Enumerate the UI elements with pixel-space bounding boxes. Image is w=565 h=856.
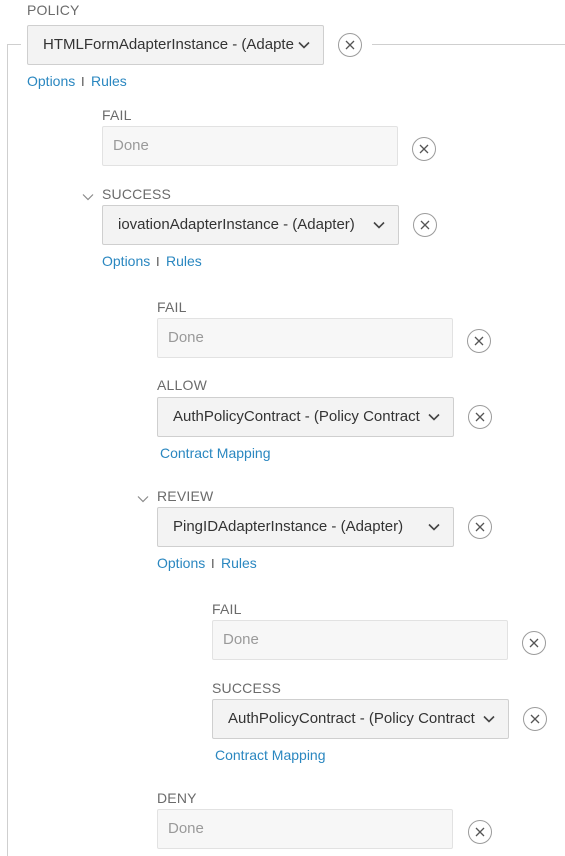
allow-contract-select-value: AuthPolicyContract - (Policy Contract xyxy=(173,408,420,425)
success-rules-link[interactable]: Rules xyxy=(166,253,202,269)
chevron-down-icon xyxy=(372,206,386,244)
allow-label: ALLOW xyxy=(157,377,208,393)
remove-success-button[interactable] xyxy=(523,707,547,731)
remove-fail-button[interactable] xyxy=(522,631,546,655)
remove-policy-button[interactable] xyxy=(338,33,362,57)
chevron-down-icon xyxy=(482,700,496,738)
link-separator: I xyxy=(81,74,85,89)
success-label: SUCCESS xyxy=(212,680,282,696)
policy-adapter-select[interactable]: HTMLFormAdapterInstance - (Adapte xyxy=(27,25,324,65)
tree-line-vertical xyxy=(7,44,8,856)
policy-options-link[interactable]: Options xyxy=(27,73,75,89)
close-icon xyxy=(475,412,485,422)
link-separator: I xyxy=(211,556,215,571)
close-icon xyxy=(475,522,485,532)
review-success-contract-select-value: AuthPolicyContract - (Policy Contract xyxy=(228,710,475,727)
collapse-toggle-icon[interactable] xyxy=(82,188,94,201)
close-icon xyxy=(420,220,430,230)
remove-allow-button[interactable] xyxy=(468,405,492,429)
close-icon xyxy=(529,638,539,648)
tree-line-horizontal xyxy=(372,44,565,45)
policy-heading: POLICY xyxy=(27,2,80,18)
close-icon xyxy=(530,714,540,724)
review-label: REVIEW xyxy=(157,488,214,504)
deny-label: DENY xyxy=(157,790,197,806)
chevron-down-icon xyxy=(427,508,441,546)
allow-contract-select[interactable]: AuthPolicyContract - (Policy Contract xyxy=(157,397,454,437)
review-adapter-select[interactable]: PingIDAdapterInstance - (Adapter) xyxy=(157,507,454,547)
policy-adapter-select-value: HTMLFormAdapterInstance - (Adapte xyxy=(43,36,294,53)
fail-label: FAIL xyxy=(102,107,132,123)
success-label: SUCCESS xyxy=(102,186,172,202)
success-options-link[interactable]: Options xyxy=(102,253,150,269)
fail-result-field[interactable]: Done xyxy=(157,318,453,358)
remove-fail-button[interactable] xyxy=(467,329,491,353)
fail-result-field[interactable]: Done xyxy=(102,126,398,166)
review-adapter-select-value: PingIDAdapterInstance - (Adapter) xyxy=(173,518,404,535)
fail-label: FAIL xyxy=(212,601,242,617)
success-adapter-select[interactable]: iovationAdapterInstance - (Adapter) xyxy=(102,205,399,245)
close-icon xyxy=(475,827,485,837)
fail-result-field[interactable]: Done xyxy=(212,620,508,660)
review-success-contract-mapping-link[interactable]: Contract Mapping xyxy=(215,747,326,763)
review-success-contract-select[interactable]: AuthPolicyContract - (Policy Contract xyxy=(212,699,509,739)
remove-deny-button[interactable] xyxy=(468,820,492,844)
fail-label: FAIL xyxy=(157,299,187,315)
deny-result-field[interactable]: Done xyxy=(157,809,453,849)
remove-review-button[interactable] xyxy=(468,515,492,539)
allow-contract-mapping-link[interactable]: Contract Mapping xyxy=(160,445,271,461)
close-icon xyxy=(345,40,355,50)
close-icon xyxy=(474,336,484,346)
remove-success-button[interactable] xyxy=(413,213,437,237)
chevron-down-icon xyxy=(427,398,441,436)
policy-rules-link[interactable]: Rules xyxy=(91,73,127,89)
collapse-toggle-icon[interactable] xyxy=(137,490,149,503)
remove-fail-button[interactable] xyxy=(412,137,436,161)
close-icon xyxy=(419,144,429,154)
review-rules-link[interactable]: Rules xyxy=(221,555,257,571)
success-adapter-select-value: iovationAdapterInstance - (Adapter) xyxy=(118,216,355,233)
chevron-down-icon xyxy=(297,26,311,64)
tree-line-stub xyxy=(7,44,21,45)
link-separator: I xyxy=(156,254,160,269)
review-options-link[interactable]: Options xyxy=(157,555,205,571)
